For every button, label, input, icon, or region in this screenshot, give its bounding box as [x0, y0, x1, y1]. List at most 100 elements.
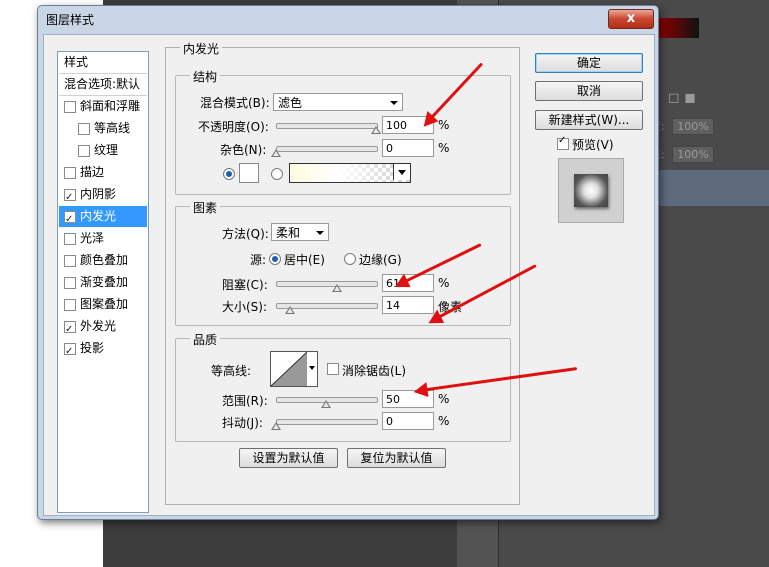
- choke-slider[interactable]: [276, 281, 378, 287]
- blend-mode-select[interactable]: 滤色: [273, 93, 403, 111]
- contour-label: 等高线:: [211, 364, 252, 378]
- selected-layer-row[interactable]: [650, 170, 769, 206]
- style-item-label: 光泽: [80, 231, 105, 245]
- style-item-label: 斜面和浮雕: [80, 99, 141, 113]
- jitter-input[interactable]: 0: [382, 412, 434, 430]
- elements-group: 图素 方法(Q): 柔和 源: 居中(E) 边缘(G) 阻塞(C): 61 % …: [175, 199, 511, 326]
- chevron-down-icon: [390, 101, 398, 105]
- size-slider-thumb[interactable]: [285, 306, 295, 314]
- layer-opacity-value[interactable]: 100%: [672, 118, 714, 135]
- size-label: 大小(S):: [222, 300, 268, 314]
- style-item-label: 纹理: [94, 143, 119, 157]
- style-checkbox[interactable]: [64, 299, 76, 311]
- style-checkbox[interactable]: [64, 167, 76, 179]
- inner-glow-title: 内发光: [180, 40, 223, 57]
- chevron-down-icon: [309, 366, 315, 370]
- elements-title: 图素: [190, 199, 221, 216]
- new-style-button[interactable]: 新建样式(W)...: [535, 110, 643, 130]
- blend-options-label: 混合选项:默认: [64, 77, 141, 91]
- choke-slider-thumb[interactable]: [332, 284, 342, 292]
- style-list-item[interactable]: 外发光: [59, 316, 147, 340]
- chevron-down-icon: [398, 170, 406, 175]
- opacity-slider[interactable]: [276, 123, 378, 129]
- range-slider-thumb[interactable]: [321, 400, 331, 408]
- opacity-unit: %: [438, 118, 450, 132]
- gradient-radio[interactable]: [271, 168, 283, 180]
- color-radio[interactable]: [223, 168, 235, 180]
- source-edge-label: 边缘(G): [359, 253, 402, 267]
- style-checkbox[interactable]: [78, 123, 90, 135]
- source-edge-radio[interactable]: [344, 253, 356, 265]
- noise-input[interactable]: 0: [382, 139, 434, 157]
- style-item-label: 内阴影: [80, 187, 117, 201]
- style-list-item[interactable]: 等高线: [59, 118, 147, 139]
- layer-fill-row[interactable]: 充: 100%: [650, 146, 750, 166]
- style-checkbox[interactable]: [78, 145, 90, 157]
- range-label: 范围(R):: [222, 394, 268, 408]
- style-list-item[interactable]: 图案叠加: [59, 294, 147, 315]
- layer-fill-value[interactable]: 100%: [672, 146, 714, 163]
- style-item-label: 等高线: [94, 121, 131, 135]
- opacity-slider-thumb[interactable]: [371, 126, 381, 134]
- gradient-dropdown-button[interactable]: [393, 164, 410, 180]
- quality-group: 品质 等高线: 消除锯齿(L) 范围(R): 50 % 抖动(J): 0 %: [175, 331, 511, 442]
- source-center-label: 居中(E): [284, 253, 325, 267]
- style-list-item[interactable]: 内阴影: [59, 184, 147, 208]
- source-label: 源:: [250, 253, 267, 267]
- anti-alias-label: 消除锯齿(L): [342, 364, 407, 378]
- style-checkbox[interactable]: [64, 209, 76, 230]
- style-item-label: 外发光: [80, 319, 117, 333]
- dialog-title: 图层样式: [46, 13, 95, 27]
- style-list-item[interactable]: 投影: [59, 338, 147, 362]
- blend-mode-value: 滤色: [278, 96, 303, 110]
- style-checkbox[interactable]: [64, 277, 76, 289]
- size-input[interactable]: 14: [382, 296, 434, 314]
- layer-style-dialog: 图层样式 x 样式 混合选项:默认 斜面和浮雕等高线纹理描边内阴影内发光光泽颜色…: [37, 5, 659, 520]
- noise-slider[interactable]: [276, 146, 378, 152]
- dialog-titlebar[interactable]: 图层样式 x: [38, 6, 658, 34]
- technique-value: 柔和: [276, 226, 301, 240]
- jitter-slider-thumb[interactable]: [271, 422, 281, 430]
- style-list-item[interactable]: 斜面和浮雕: [59, 96, 147, 117]
- source-center-radio[interactable]: [269, 253, 281, 265]
- style-checkbox[interactable]: [64, 233, 76, 245]
- layer-opacity-row[interactable]: 度: 100%: [650, 118, 750, 138]
- noise-slider-thumb[interactable]: [271, 149, 281, 157]
- style-checkbox[interactable]: [64, 255, 76, 267]
- style-item-label: 内发光: [80, 209, 117, 223]
- contour-linear-icon: [271, 352, 307, 386]
- dialog-client-area: 样式 混合选项:默认 斜面和浮雕等高线纹理描边内阴影内发光光泽颜色叠加渐变叠加图…: [43, 34, 655, 516]
- preview-checkbox[interactable]: ✓: [557, 135, 569, 150]
- anti-alias-checkbox[interactable]: [327, 363, 339, 375]
- style-item-label: 渐变叠加: [80, 275, 129, 289]
- glow-color-swatch[interactable]: [239, 163, 259, 183]
- style-list-item[interactable]: 纹理: [59, 140, 147, 161]
- style-list-item[interactable]: 内发光: [59, 206, 147, 230]
- cancel-button[interactable]: 取消: [535, 81, 643, 101]
- choke-label: 阻塞(C):: [222, 278, 268, 292]
- style-checkbox[interactable]: [64, 319, 76, 340]
- style-list-header[interactable]: 样式: [59, 52, 147, 74]
- style-list-item[interactable]: 颜色叠加: [59, 250, 147, 271]
- style-item-label: 颜色叠加: [80, 253, 129, 267]
- contour-dropdown-button[interactable]: [307, 351, 318, 387]
- style-checkbox[interactable]: [64, 341, 76, 362]
- ok-button[interactable]: 确定: [535, 53, 643, 73]
- noise-unit: %: [438, 141, 450, 155]
- style-item-label: 图案叠加: [80, 297, 129, 311]
- style-checkbox[interactable]: [64, 187, 76, 208]
- style-list-item[interactable]: 描边: [59, 162, 147, 183]
- make-default-button[interactable]: 设置为默认值: [239, 448, 338, 468]
- range-unit: %: [438, 392, 450, 406]
- style-list-item[interactable]: 渐变叠加: [59, 272, 147, 293]
- close-button[interactable]: x: [608, 9, 654, 29]
- quality-title: 品质: [190, 331, 221, 348]
- jitter-slider[interactable]: [276, 419, 378, 425]
- style-list-item[interactable]: 光泽: [59, 228, 147, 249]
- style-list: 样式 混合选项:默认 斜面和浮雕等高线纹理描边内阴影内发光光泽颜色叠加渐变叠加图…: [57, 51, 149, 513]
- blend-options-item[interactable]: 混合选项:默认: [59, 74, 147, 96]
- style-checkbox[interactable]: [64, 101, 76, 113]
- reset-default-button[interactable]: 复位为默认值: [347, 448, 446, 468]
- contour-picker[interactable]: [270, 351, 308, 387]
- technique-select[interactable]: 柔和: [271, 223, 329, 241]
